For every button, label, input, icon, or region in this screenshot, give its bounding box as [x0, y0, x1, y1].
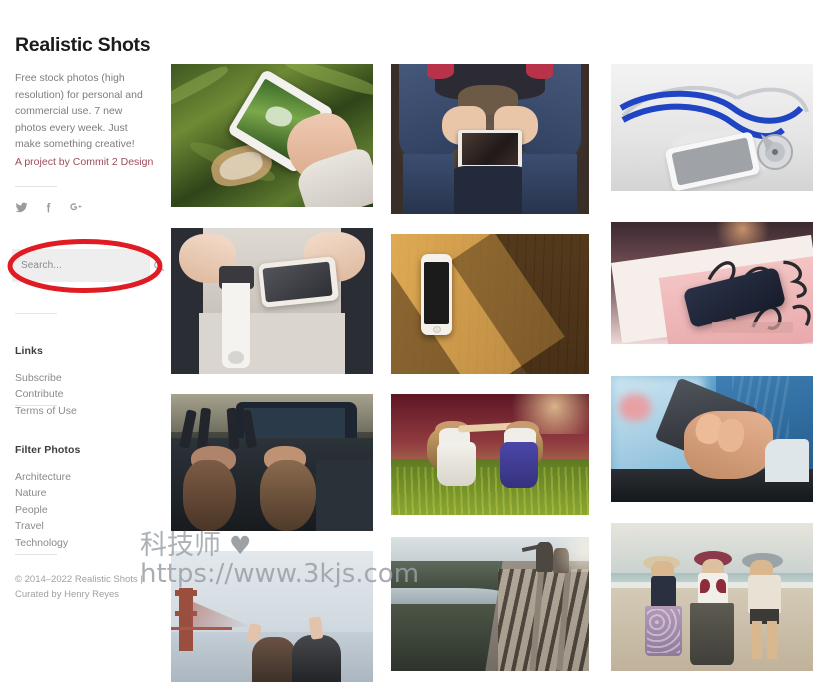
photo-thumbnail[interactable] — [171, 228, 373, 374]
search-icon[interactable] — [153, 260, 165, 272]
sidebar-link-contribute[interactable]: Contribute — [15, 386, 77, 402]
sidebar-link-subscribe[interactable]: Subscribe — [15, 370, 77, 386]
photo-thumbnail[interactable] — [171, 394, 373, 531]
filter-travel[interactable]: Travel — [15, 518, 71, 534]
page-title: Realistic Shots — [15, 34, 151, 56]
twitter-icon[interactable] — [15, 200, 28, 214]
search-box[interactable] — [12, 249, 165, 282]
social-links — [15, 200, 82, 214]
filter-photos-list: Architecture Nature People Travel Techno… — [15, 469, 71, 551]
divider — [15, 405, 57, 406]
divider — [15, 186, 57, 187]
realistic-shots-page: Realistic Shots Free stock photos (high … — [0, 0, 820, 682]
photo-thumbnail[interactable] — [611, 523, 813, 671]
footer-copyright: © 2014–2022 Realistic Shots | — [15, 574, 143, 585]
filter-nature[interactable]: Nature — [15, 485, 71, 501]
sidebar: Realistic Shots Free stock photos (high … — [0, 0, 165, 682]
search-input[interactable] — [21, 260, 153, 271]
filter-people[interactable]: People — [15, 502, 71, 518]
photo-thumbnail[interactable] — [391, 64, 589, 214]
photo-thumbnail[interactable] — [611, 64, 813, 191]
footer-curator: Curated by Henry Reyes — [15, 589, 120, 600]
search-container — [12, 249, 165, 282]
project-credit-link[interactable]: A project by Commit 2 Design — [15, 155, 153, 169]
filter-photos-heading: Filter Photos — [15, 444, 81, 456]
photo-thumbnail[interactable] — [391, 537, 589, 671]
photo-thumbnail[interactable] — [611, 376, 813, 502]
links-list: Subscribe Contribute Terms of Use — [15, 370, 77, 419]
photo-thumbnail[interactable] — [391, 394, 589, 515]
photo-thumbnail[interactable] — [171, 551, 373, 682]
filter-technology[interactable]: Technology — [15, 535, 71, 551]
facebook-icon[interactable] — [42, 200, 55, 214]
photo-thumbnail[interactable] — [611, 222, 813, 344]
footer-credits: © 2014–2022 Realistic Shots | Curated by… — [15, 572, 155, 602]
divider — [15, 554, 57, 555]
google-plus-icon[interactable] — [69, 200, 82, 214]
photo-grid — [165, 0, 820, 682]
photo-thumbnail[interactable] — [391, 234, 589, 374]
photo-thumbnail[interactable] — [171, 64, 373, 207]
links-heading: Links — [15, 345, 43, 357]
filter-architecture[interactable]: Architecture — [15, 469, 71, 485]
site-description: Free stock photos (high resolution) for … — [15, 72, 143, 150]
divider — [15, 313, 57, 314]
